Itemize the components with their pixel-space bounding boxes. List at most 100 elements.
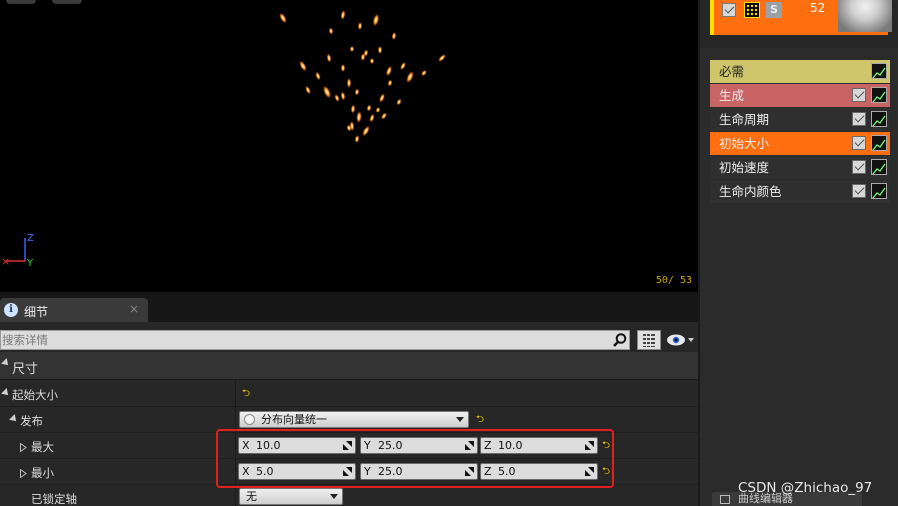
spark-particle [421,69,427,77]
module-enable-checkbox[interactable] [852,112,866,126]
module-color-over-life[interactable]: 生命内颜色 [710,180,890,203]
spark-particle [438,54,446,62]
emitter-enable-checkbox[interactable] [722,3,736,17]
spark-particle [356,111,362,123]
spark-particle [377,46,383,54]
spark-particle [396,98,402,106]
spark-particle [279,12,287,24]
module-label: 必需 [719,64,745,79]
module-label: 生成 [719,88,745,103]
module-enable-checkbox[interactable] [852,184,866,198]
spark-particle [326,53,332,63]
expand-icon[interactable] [9,414,19,424]
emitter-thumbnail [838,0,892,32]
module-lifetime[interactable]: 生命周期 [710,108,890,131]
tab-details[interactable]: i 细节 × [0,298,148,322]
spark-particle [391,32,397,40]
particle-counter: 50/ 53 [655,275,692,286]
distribution-type-icon [244,414,255,425]
reset-to-default-icon[interactable]: ⮌ [476,415,486,425]
module-spawn[interactable]: 生成 [710,84,890,107]
module-enable-checkbox[interactable] [852,88,866,102]
collapse-icon[interactable] [1,358,11,368]
spark-particle [386,65,392,77]
emitter-header[interactable]: S 52 [710,0,892,35]
property-locked-axes: 已锁定轴 无 [0,485,698,506]
module-initial-velocity[interactable]: 初始速度 [710,156,890,179]
curve-toggle-icon[interactable] [871,111,887,127]
property-label: 起始大小 [12,388,58,402]
module-label: 初始大小 [719,136,770,151]
curve-toggle-icon[interactable] [871,87,887,103]
spark-particle [372,13,380,27]
curve-toggle-icon[interactable] [871,159,887,175]
eye-icon[interactable] [666,332,696,348]
module-list: 必需 生成 生命周期 初始大小 初始速度 生命内颜色 [710,60,890,204]
category-label: 尺寸 [12,362,39,377]
axis-gizmo-icon: Z Y × [1,233,34,269]
spark-particle [366,104,372,112]
spark-particle [305,85,311,95]
chevron-down-icon [456,417,464,422]
property-label: 已锁定轴 [31,492,77,506]
spark-particle [354,88,360,96]
spark-particle [357,22,363,30]
curve-editor-icon [720,495,730,504]
module-label: 生命周期 [719,112,770,127]
spark-particle [322,85,332,99]
solo-button[interactable]: S [766,2,782,18]
spark-particle [340,64,346,72]
preview-viewport[interactable]: Z Y × 50/ 53 [0,0,698,292]
module-required[interactable]: 必需 [710,60,890,83]
property-label: 最大 [31,440,54,454]
emitter-block: S 52 [700,0,898,48]
axis-z-label: Z [27,233,34,244]
search-icon[interactable] [612,332,628,348]
reset-to-default-icon[interactable]: ⮌ [242,389,252,399]
property-label: 最小 [31,466,54,480]
spark-particle [381,112,387,120]
spark-particle [340,10,346,20]
emitter-render-mode-icon[interactable] [744,2,760,18]
spark-particle [400,61,406,71]
spark-particle [387,79,393,87]
module-enable-checkbox[interactable] [852,136,866,150]
curve-toggle-icon[interactable] [871,183,887,199]
spark-particle [328,27,334,35]
info-icon: i [4,303,18,317]
search-input[interactable] [2,332,602,348]
spark-particle [299,60,307,72]
details-tab-bar: i 细节 × [0,294,698,322]
property-start-size: 起始大小 ⮌ [0,381,698,407]
spark-particle [375,107,381,113]
emitter-particle-count: 52 [810,1,826,15]
property-matrix-button[interactable] [637,330,661,350]
particle-sparks [279,10,446,143]
spark-particle [379,93,385,103]
search-box [0,330,630,350]
curve-toggle-icon[interactable] [871,63,887,79]
spark-particle [340,91,346,101]
property-label: 发布 [20,414,43,428]
expand-icon[interactable] [1,388,11,398]
category-size[interactable]: 尺寸 [0,352,698,380]
module-label: 生命内颜色 [719,184,782,199]
watermark: CSDN @Zhichao_97 [738,480,873,496]
annotation-highlight-box [216,429,614,488]
spark-particle [349,46,355,52]
curve-toggle-icon[interactable] [871,135,887,151]
locked-axes-dropdown[interactable]: 无 [239,488,343,505]
spark-particle [346,78,352,88]
spark-particle [350,104,356,114]
axis-y-label: Y [26,258,34,269]
distribution-dropdown[interactable]: 分布向量统一 [239,411,469,428]
spark-particle [369,113,375,123]
spark-particle [315,71,321,81]
close-tab-button[interactable]: × [129,302,139,316]
grid-icon [643,334,655,347]
distribution-value: 分布向量统一 [261,413,327,426]
module-enable-checkbox[interactable] [852,160,866,174]
module-initial-size[interactable]: 初始大小 [710,132,890,155]
emitters-panel: S 52 必需 生成 生命周期 初始大小 初始速度 生命内颜色 曲线编辑器 [698,0,898,506]
svg-text:×: × [1,255,10,268]
